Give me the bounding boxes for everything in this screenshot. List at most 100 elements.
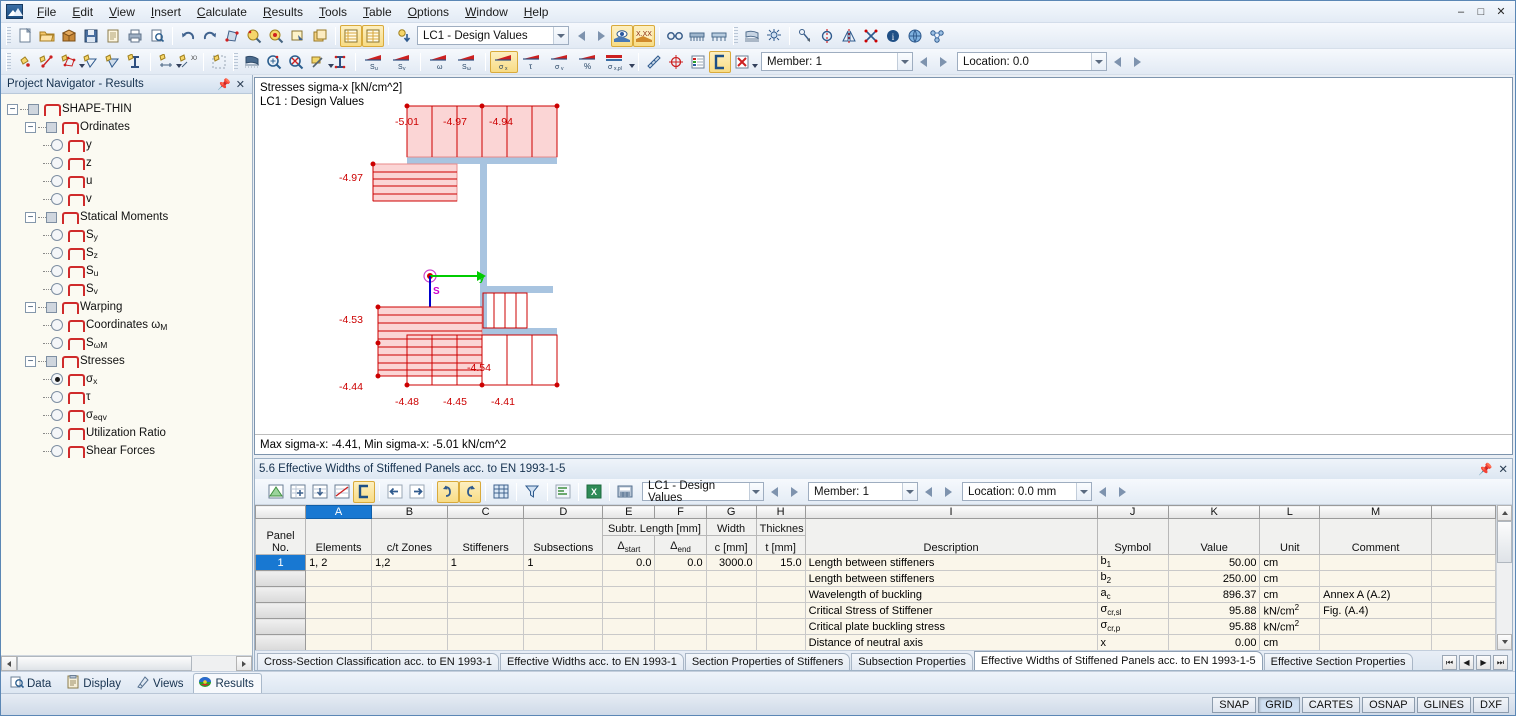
cell-symbol[interactable]: b1 — [1096, 554, 1169, 571]
load-case-combo[interactable]: LC1 - Design Values — [417, 26, 569, 45]
cell-elements[interactable] — [305, 570, 373, 587]
row-header[interactable] — [255, 618, 307, 635]
cell-symbol[interactable]: x — [1096, 634, 1169, 650]
menu-help[interactable]: Help — [516, 2, 557, 22]
scroll-thumb[interactable] — [1497, 521, 1512, 563]
menu-view[interactable]: View — [101, 2, 143, 22]
tree-radio[interactable] — [51, 139, 63, 151]
cell-comment[interactable]: Fig. (A.4) — [1319, 602, 1432, 619]
location-next-button[interactable] — [1127, 52, 1147, 72]
cell-width[interactable] — [705, 618, 757, 635]
cell-spare[interactable] — [1430, 570, 1496, 587]
column-letter-L[interactable]: L — [1259, 505, 1321, 519]
redo-orange-icon[interactable] — [459, 480, 481, 503]
load-case-next-button[interactable] — [591, 26, 611, 46]
cell-spare[interactable] — [1430, 586, 1496, 603]
table-member-combo[interactable]: Member: 1 — [808, 482, 918, 501]
scroll-left-button[interactable] — [1, 656, 17, 671]
menu-window[interactable]: Window — [457, 2, 516, 22]
navtab-data[interactable]: Data — [5, 673, 59, 693]
tree-y[interactable]: y — [1, 136, 252, 154]
cell-comment[interactable] — [1319, 554, 1432, 571]
print-preview-icon[interactable] — [146, 25, 168, 47]
cell-subsections[interactable] — [523, 586, 604, 603]
node-icon[interactable] — [14, 51, 36, 73]
chevron-down-icon[interactable] — [1076, 483, 1091, 500]
table-row[interactable]: Critical plate buckling stress σcr,p 95.88… — [255, 618, 1496, 635]
scroll-thumb[interactable] — [17, 656, 192, 671]
tree-radio[interactable] — [51, 319, 63, 331]
cell-symbol[interactable]: σcr,p — [1096, 618, 1169, 635]
tree-expander[interactable]: − — [25, 301, 36, 313]
cell-description[interactable]: Critical Stress of Stiffener — [804, 602, 1098, 619]
table-location-prev-button[interactable] — [1092, 482, 1112, 502]
tree-stresses[interactable]: − Stresses — [1, 352, 252, 370]
pin-icon[interactable]: 📌 — [217, 78, 231, 91]
cell-symbol[interactable]: σcr,sl — [1096, 602, 1169, 619]
table-member-prev-button[interactable] — [918, 482, 938, 502]
member-combo[interactable]: Member: 1 — [761, 52, 913, 71]
undo-icon[interactable] — [177, 25, 199, 47]
excel-icon[interactable]: X — [583, 481, 605, 503]
legend-icon[interactable] — [687, 51, 709, 73]
cell-description[interactable]: Length between stiffeners — [804, 554, 1098, 571]
polygon-icon[interactable] — [58, 51, 85, 73]
column-letter-K[interactable]: K — [1167, 505, 1261, 519]
scroll-track[interactable] — [1497, 521, 1512, 634]
cell-comment[interactable]: Annex A (A.2) — [1319, 586, 1432, 603]
close-icon[interactable]: ✕ — [236, 78, 245, 91]
cell-thickness[interactable] — [755, 586, 806, 603]
import-icon[interactable] — [393, 25, 415, 47]
supports2-icon[interactable] — [708, 25, 730, 47]
graphics-view[interactable]: Stresses sigma-x [kN/cm^2] LC1 : Design … — [254, 77, 1513, 455]
tree-statical-moments[interactable]: − Statical Moments — [1, 208, 252, 226]
tree-v[interactable]: v — [1, 190, 252, 208]
tab-effective-widths-stiffened-panels[interactable]: Effective Widths of Stiffened Panels acc… — [973, 651, 1263, 670]
info-icon[interactable]: i — [882, 25, 904, 47]
scroll-right-button[interactable] — [236, 656, 252, 671]
menu-options[interactable]: Options — [400, 2, 457, 22]
table-load-case-next-button[interactable] — [784, 482, 804, 502]
tree-radio[interactable] — [51, 409, 63, 421]
menu-tools[interactable]: Tools — [311, 2, 355, 22]
cell-subsections[interactable] — [523, 634, 604, 650]
tree-expander[interactable]: − — [25, 211, 36, 223]
open-package-icon[interactable] — [58, 25, 80, 47]
cell-symbol[interactable]: b2 — [1096, 570, 1169, 587]
column-letter-E[interactable]: E — [602, 505, 656, 519]
toolbar-grip-2[interactable] — [733, 26, 738, 45]
tab-first-button[interactable]: ⏮ — [1442, 655, 1457, 670]
connections-icon[interactable] — [926, 25, 948, 47]
tab-effective-widths[interactable]: Effective Widths acc. to EN 1993-1 — [500, 653, 684, 670]
dimension-icon[interactable] — [155, 51, 182, 73]
navtab-display[interactable]: Display — [61, 673, 129, 693]
new-window-icon[interactable] — [309, 25, 331, 47]
cell-subsections[interactable] — [523, 602, 604, 619]
element2-icon[interactable] — [102, 51, 124, 73]
location-combo[interactable]: Location: 0.0 — [957, 52, 1107, 71]
tab-next-button[interactable]: ▶ — [1476, 655, 1491, 670]
tab-subsection-properties[interactable]: Subsection Properties — [851, 653, 973, 670]
cell-width[interactable]: 3000.0 — [705, 554, 757, 571]
cell-ct-zones[interactable] — [371, 634, 448, 650]
rendering-icon[interactable] — [221, 25, 243, 47]
cell-spare[interactable] — [1430, 602, 1496, 619]
cell-width[interactable] — [705, 586, 757, 603]
menu-calculate[interactable]: Calculate — [189, 2, 255, 22]
tree-expander[interactable]: − — [25, 121, 36, 133]
tree-ordinates[interactable]: − Ordinates — [1, 118, 252, 136]
tree-expander[interactable]: − — [7, 103, 18, 115]
target-icon[interactable] — [665, 51, 687, 73]
toolbar-grip-3[interactable] — [6, 52, 11, 71]
select-rect-icon[interactable] — [287, 25, 309, 47]
tree-sv[interactable]: Sv — [1, 280, 252, 298]
cell-elements[interactable] — [305, 602, 373, 619]
cell-unit[interactable]: cm — [1259, 634, 1321, 650]
cell-delta-end[interactable] — [654, 634, 707, 650]
column-letter-D[interactable]: D — [523, 505, 604, 519]
tree-radio[interactable] — [51, 445, 63, 457]
cell-spare[interactable] — [1430, 554, 1496, 571]
element-icon[interactable] — [80, 51, 102, 73]
menu-edit[interactable]: Edit — [64, 2, 101, 22]
sigma-x-icon[interactable]: σx — [490, 50, 518, 73]
